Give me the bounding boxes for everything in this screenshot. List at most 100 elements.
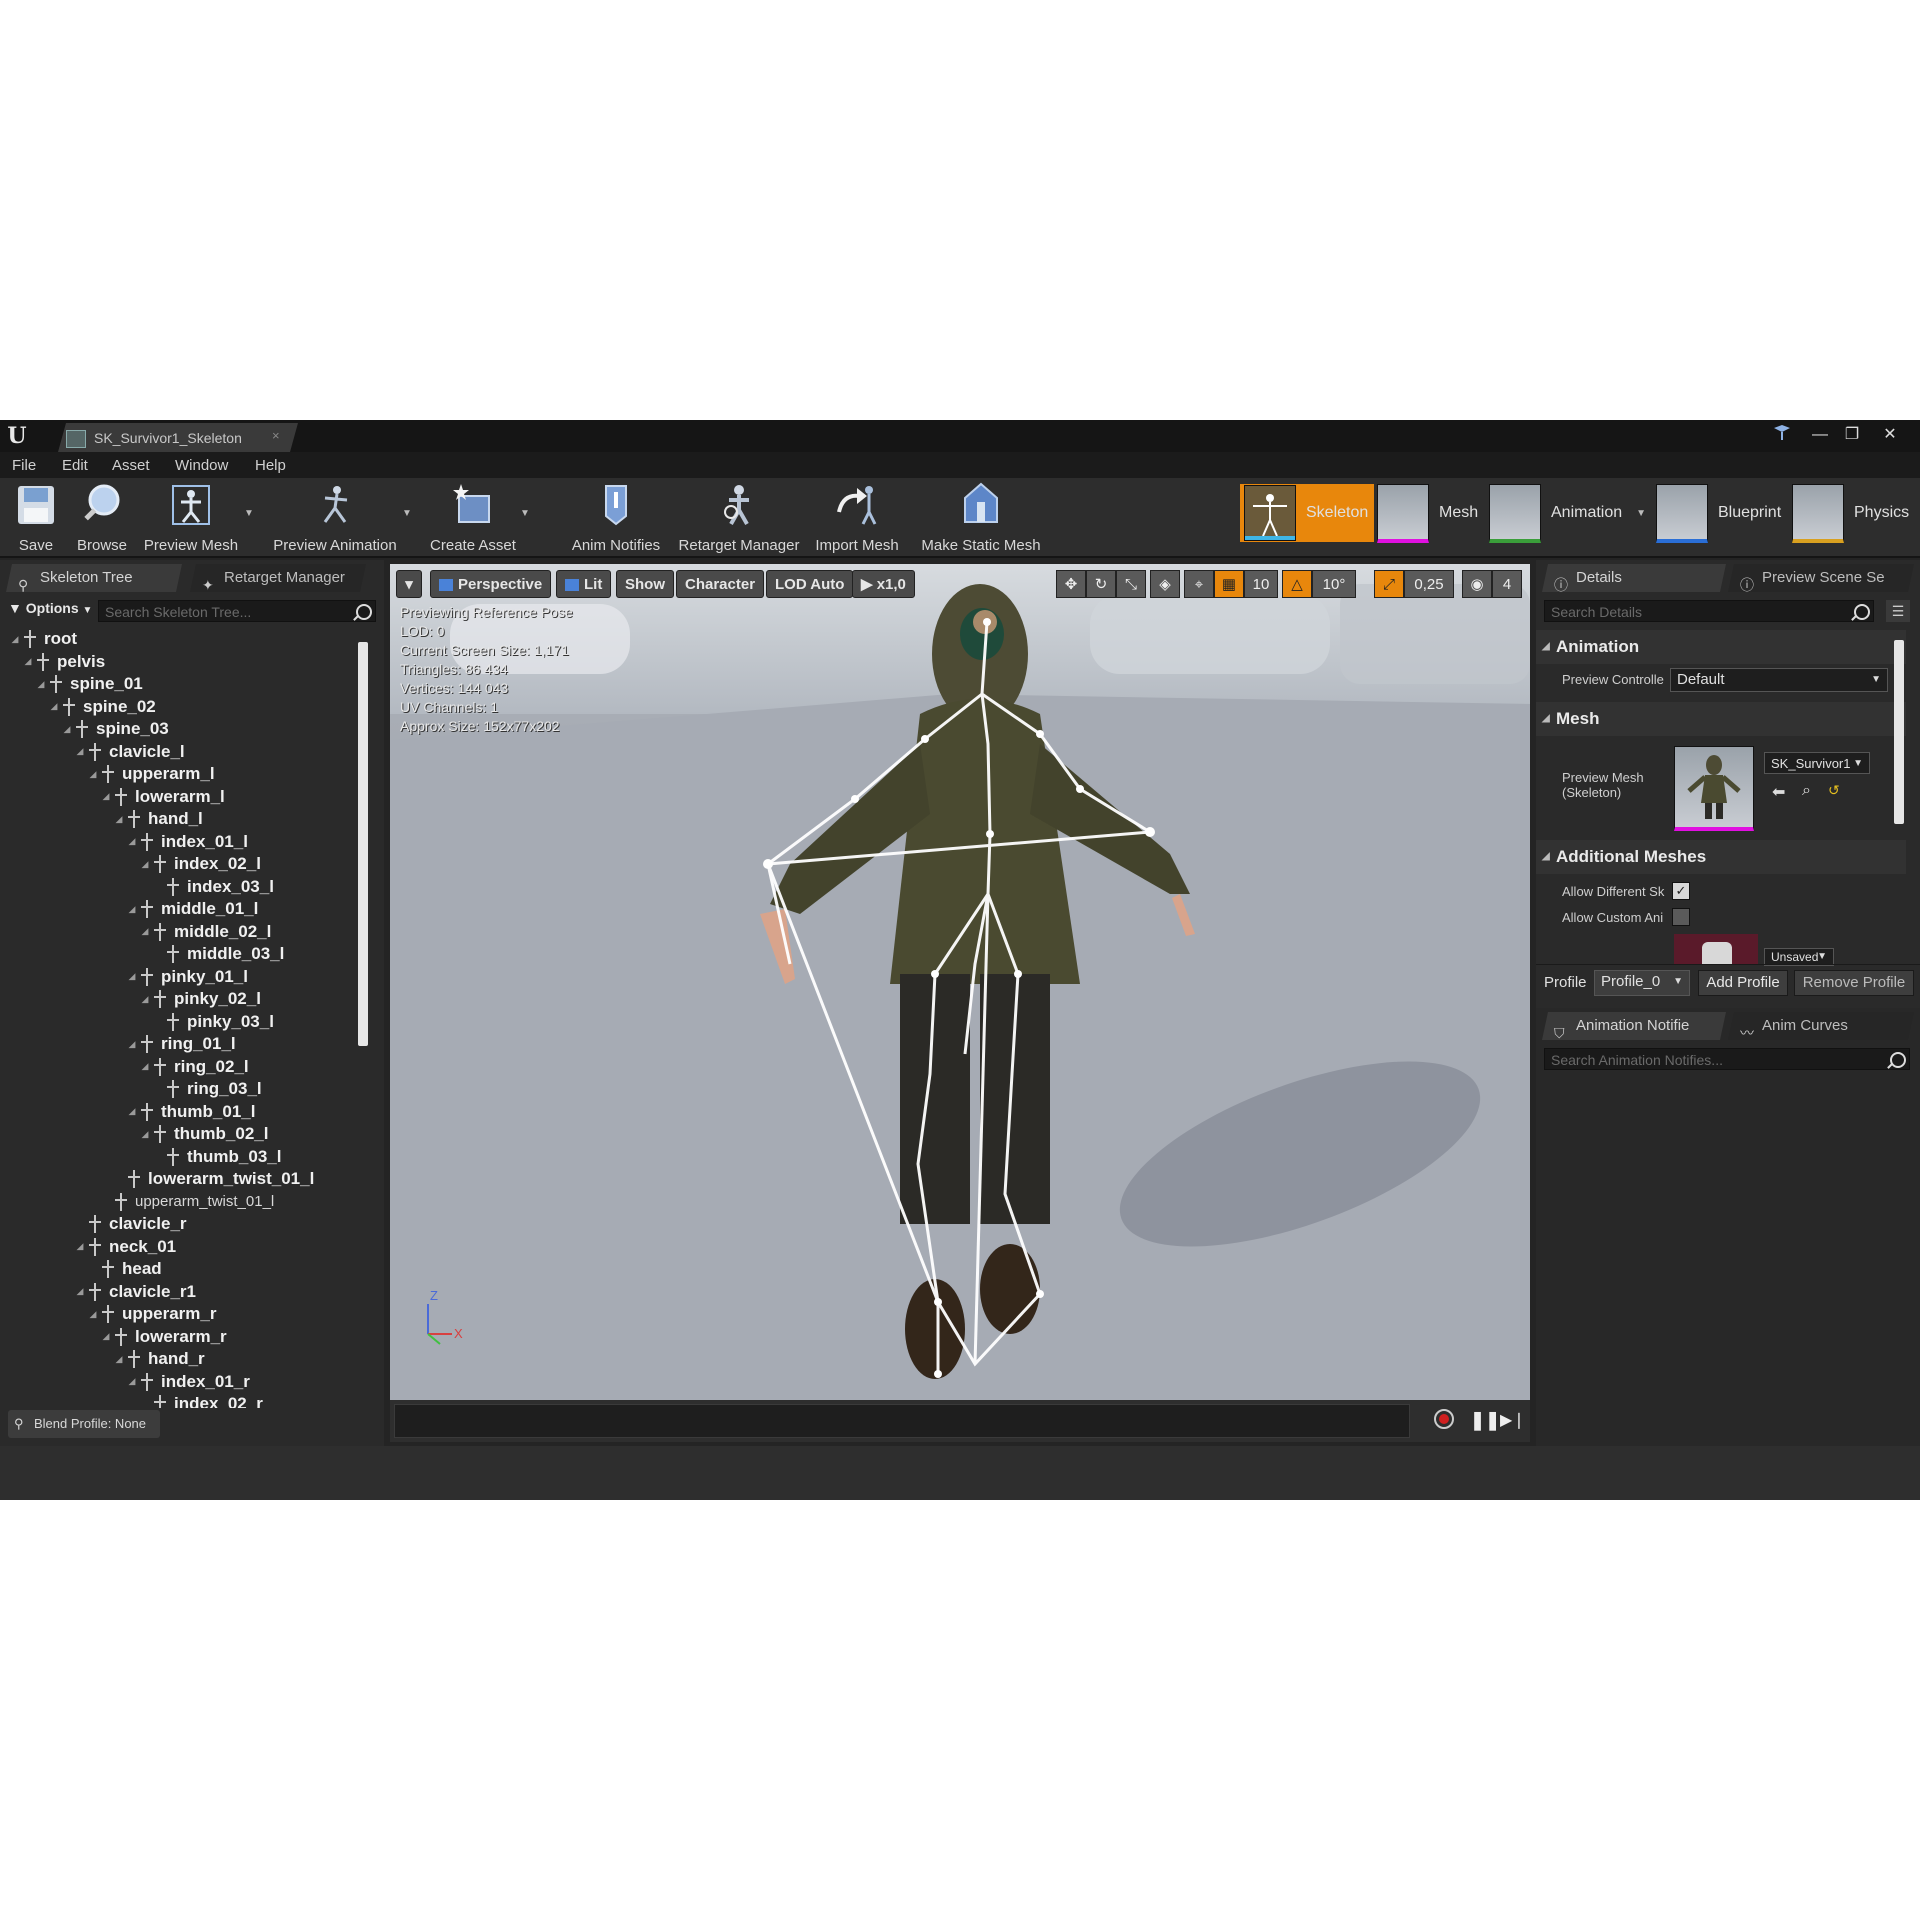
allow-different-skeletons-checkbox[interactable]: ✓: [1672, 882, 1690, 900]
save-button[interactable]: Save: [8, 482, 64, 554]
tree-row[interactable]: upperarm_twist_01_l: [101, 1191, 274, 1213]
expand-arrow-icon[interactable]: ◢: [88, 1309, 98, 1320]
create-asset-button[interactable]: Create Asset: [426, 482, 520, 554]
rotation-snap-icon[interactable]: △: [1282, 570, 1312, 598]
camera-speed-value[interactable]: 4: [1492, 570, 1522, 598]
anim-notifies-button[interactable]: Anim Notifies: [568, 482, 664, 554]
tree-row[interactable]: ◢ pinky_01_l: [127, 966, 248, 988]
perspective-button[interactable]: Perspective: [430, 570, 552, 598]
use-selected-asset-icon[interactable]: ⬅: [1772, 782, 1785, 802]
expand-arrow-icon[interactable]: ◢: [10, 634, 20, 645]
collection-thumbnail[interactable]: [1674, 934, 1758, 964]
menu-file[interactable]: File: [12, 457, 36, 474]
preview-controller-dropdown[interactable]: Default ▼: [1670, 668, 1888, 692]
tree-row[interactable]: ◢ thumb_01_l: [127, 1101, 255, 1123]
expand-arrow-icon[interactable]: ◢: [140, 994, 150, 1005]
expand-arrow-icon[interactable]: ◢: [114, 814, 124, 825]
tree-row[interactable]: ◢ ring_02_l: [140, 1056, 249, 1078]
scale-snap-icon[interactable]: ⤢: [1374, 570, 1404, 598]
tree-row[interactable]: ◢ middle_02_l: [140, 921, 271, 943]
options-dropdown[interactable]: ▼ Options ▼: [8, 600, 92, 616]
section-animation[interactable]: ◢ Animation: [1536, 630, 1906, 664]
tree-row[interactable]: ◢ index_01_r: [127, 1371, 250, 1393]
tree-row[interactable]: head: [88, 1258, 162, 1280]
tree-row[interactable]: lowerarm_twist_01_l: [114, 1168, 314, 1190]
timeline-scrubber[interactable]: [394, 1404, 1410, 1438]
tab-retarget-manager[interactable]: ✦ Retarget Manager: [190, 564, 366, 592]
tree-row[interactable]: ring_03_l: [153, 1078, 262, 1100]
tab-skeleton-tree[interactable]: ⚲ Skeleton Tree: [6, 564, 182, 592]
expand-arrow-icon[interactable]: ◢: [88, 769, 98, 780]
tree-row[interactable]: ◢ hand_l: [114, 808, 203, 830]
tree-row[interactable]: ◢ spine_01: [36, 673, 143, 695]
tree-row[interactable]: ◢ index_01_l: [127, 831, 248, 853]
tree-row[interactable]: ◢ pelvis: [23, 651, 105, 673]
mode-physics-button[interactable]: Physics: [1792, 483, 1909, 543]
tree-row[interactable]: ◢ clavicle_r1: [75, 1281, 196, 1303]
tree-row[interactable]: middle_03_l: [153, 943, 284, 965]
expand-arrow-icon[interactable]: ◢: [36, 679, 46, 690]
tree-row[interactable]: ◢ lowerarm_r: [101, 1326, 227, 1348]
view-options-icon[interactable]: ☰: [1886, 600, 1910, 622]
feedback-icon[interactable]: [1768, 424, 1796, 446]
allow-custom-anim-bp-checkbox[interactable]: [1672, 908, 1690, 926]
blend-profile-dropdown[interactable]: ⚲ Blend Profile: None ▼: [8, 1410, 160, 1458]
coordinate-system-icon[interactable]: ◈: [1150, 570, 1180, 598]
tab-preview-scene-settings[interactable]: ⓘ Preview Scene Se: [1728, 564, 1914, 592]
tab-anim-curves[interactable]: 〰 Anim Curves: [1728, 1012, 1914, 1040]
expand-arrow-icon[interactable]: ◢: [140, 859, 150, 870]
minimize-button[interactable]: —: [1806, 424, 1834, 446]
add-profile-button[interactable]: Add Profile: [1698, 970, 1788, 996]
tree-row[interactable]: clavicle_r: [75, 1213, 187, 1235]
tree-row[interactable]: ◢ root: [10, 628, 77, 650]
tree-row[interactable]: ◢ hand_r: [114, 1348, 205, 1370]
skeleton-search-input[interactable]: Search Skeleton Tree...: [98, 600, 376, 622]
surface-snap-icon[interactable]: ⌖: [1184, 570, 1214, 598]
expand-arrow-icon[interactable]: ◢: [140, 1061, 150, 1072]
preview-mesh-thumbnail[interactable]: [1674, 746, 1754, 831]
make-static-mesh-button[interactable]: Make Static Mesh: [916, 482, 1046, 554]
menu-asset[interactable]: Asset: [112, 457, 150, 474]
expand-arrow-icon[interactable]: ◢: [127, 1039, 137, 1050]
tree-scrollbar[interactable]: [358, 642, 368, 1046]
tree-row[interactable]: ◢ upperarm_r: [88, 1303, 216, 1325]
tree-row[interactable]: ◢ clavicle_l: [75, 741, 185, 763]
viewport-options-button[interactable]: ▾: [396, 570, 422, 598]
expand-arrow-icon[interactable]: ◢: [49, 701, 59, 712]
character-button[interactable]: Character: [676, 570, 765, 598]
lod-auto-button[interactable]: LOD Auto: [766, 570, 854, 598]
mode-blueprint-button[interactable]: Blueprint: [1656, 483, 1781, 543]
tree-row[interactable]: ◢ neck_01: [75, 1236, 176, 1258]
expand-arrow-icon[interactable]: ◢: [114, 1354, 124, 1365]
scale-tool-icon[interactable]: ⤡: [1116, 570, 1146, 598]
tree-row[interactable]: ◢ thumb_02_l: [140, 1123, 268, 1145]
expand-arrow-icon[interactable]: ◢: [75, 746, 85, 757]
menu-window[interactable]: Window: [175, 457, 228, 474]
expand-arrow-icon[interactable]: ◢: [23, 656, 33, 667]
expand-arrow-icon[interactable]: ◢: [127, 1376, 137, 1387]
mode-mesh-button[interactable]: Mesh: [1377, 483, 1478, 543]
tree-row[interactable]: ◢ pinky_02_l: [140, 988, 261, 1010]
tab-animation-notifies[interactable]: ⛉ Animation Notifie: [1542, 1012, 1726, 1040]
preview-mesh-dropdown[interactable]: SK_Survivor1 ▼: [1764, 752, 1870, 774]
tree-row[interactable]: ◢ index_02_l: [140, 853, 261, 875]
reset-to-default-icon[interactable]: ↺: [1828, 782, 1840, 799]
expand-arrow-icon[interactable]: ◢: [101, 791, 111, 802]
preview-mesh-dropdown-icon[interactable]: ▼: [244, 508, 254, 519]
browse-button[interactable]: Browse: [72, 482, 132, 554]
tree-row[interactable]: ◢ spine_02: [49, 696, 156, 718]
menu-help[interactable]: Help: [255, 457, 286, 474]
tree-row[interactable]: index_02_r: [140, 1393, 263, 1408]
section-additional-meshes[interactable]: ◢ Additional Meshes: [1536, 840, 1906, 874]
remove-profile-button[interactable]: Remove Profile: [1794, 970, 1914, 996]
close-window-button[interactable]: ✕: [1876, 424, 1904, 446]
camera-speed-icon[interactable]: ◉: [1462, 570, 1492, 598]
tree-row[interactable]: ◢ spine_03: [62, 718, 169, 740]
document-tab[interactable]: SK_Survivor1_Skeleton ×: [58, 423, 298, 452]
tree-row[interactable]: index_03_l: [153, 876, 274, 898]
rotation-snap-value[interactable]: 10°: [1312, 570, 1356, 598]
section-mesh[interactable]: ◢ Mesh: [1536, 702, 1906, 736]
expand-arrow-icon[interactable]: ◢: [75, 1241, 85, 1252]
grid-snap-icon[interactable]: ▦: [1214, 570, 1244, 598]
browse-asset-icon[interactable]: ⌕: [1802, 782, 1811, 800]
